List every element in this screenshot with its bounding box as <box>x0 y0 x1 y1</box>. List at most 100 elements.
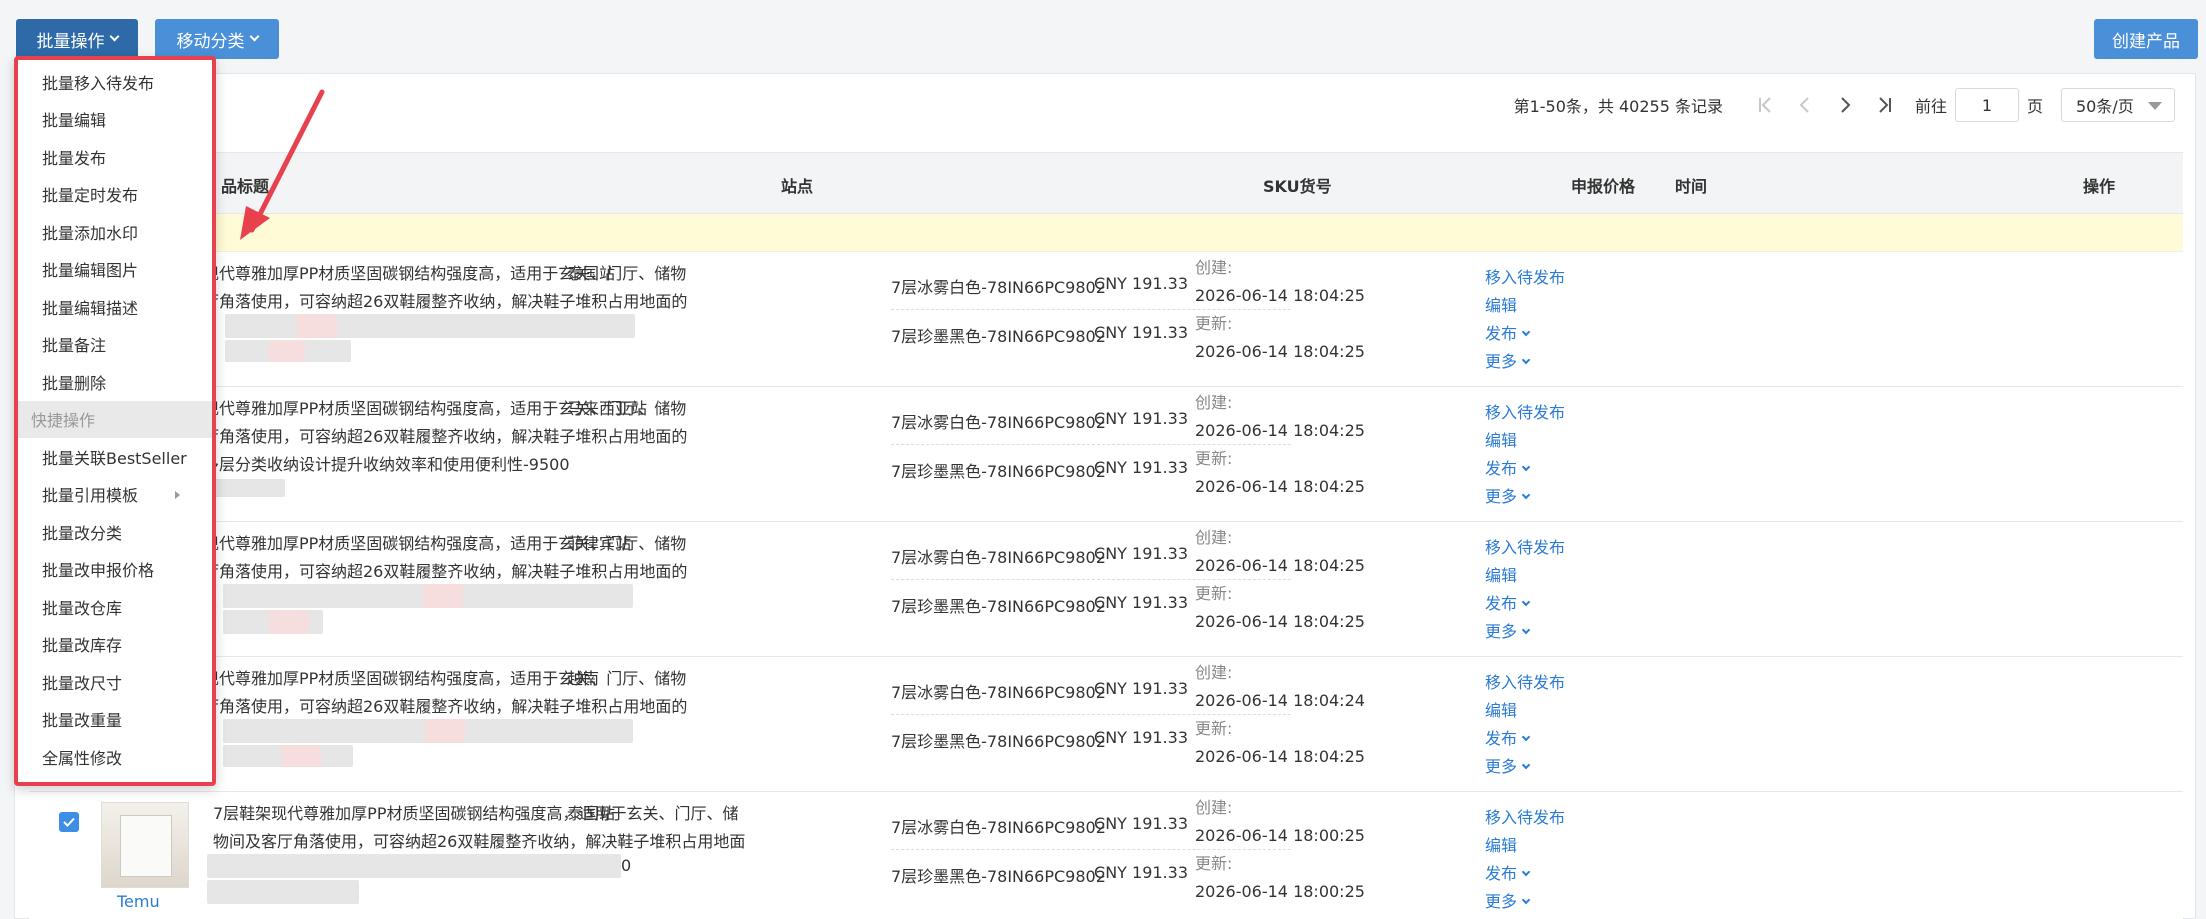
declared-price: CNY 191.33 <box>1094 814 1188 833</box>
created-label: 创建: <box>1195 393 1233 412</box>
page-number-input[interactable] <box>1954 88 2019 122</box>
more-label: 更多 <box>1485 487 1518 506</box>
created-label: 创建: <box>1195 798 1233 817</box>
caret-down-icon <box>2148 102 2162 110</box>
sku-code: 7层珍墨黑色-78IN66PC9802 <box>891 867 1106 886</box>
menu-item-batch-move-pending[interactable]: 批量移入待发布 <box>18 63 212 101</box>
publish-label: 发布 <box>1485 459 1518 478</box>
sku-code: 7层冰雾白色-78IN66PC9802 <box>891 548 1106 567</box>
product-title[interactable]: 层鞋架现代尊雅加厚PP材质坚固碳钢结构强度高，适用于玄关、门厅、储物间及客厅角落… <box>155 665 695 721</box>
menu-item-batch-edit[interactable]: 批量编辑 <box>18 101 212 139</box>
annotation-arrow-icon <box>240 89 325 240</box>
table-row: 层鞋架现代尊雅加厚PP材质坚固碳钢结构强度高，适用于玄关、门厅、储物间及客厅角落… <box>29 387 2183 522</box>
declared-price: CNY 191.33 <box>1094 458 1188 477</box>
created-time: 2026-06-14 18:04:25 <box>1195 421 1365 440</box>
more-label: 更多 <box>1485 352 1518 371</box>
more-dropdown[interactable]: 更多 <box>1485 888 1565 916</box>
edit-link[interactable]: 编辑 <box>1485 697 1565 725</box>
more-dropdown[interactable]: 更多 <box>1485 618 1565 646</box>
edit-link[interactable]: 编辑 <box>1485 292 1565 320</box>
menu-item-apply-template[interactable]: 批量引用模板 <box>18 476 212 514</box>
publish-dropdown[interactable]: 发布 <box>1485 590 1565 618</box>
col-time: 时间 <box>1675 177 1708 196</box>
updated-time: 2026-06-14 18:04:25 <box>1195 612 1365 631</box>
chevron-down-icon <box>1521 867 1531 877</box>
publish-dropdown[interactable]: 发布 <box>1485 320 1565 348</box>
menu-item-batch-delete[interactable]: 批量删除 <box>18 363 212 401</box>
product-panel: 第1-50条， 共 40255 条记录 前往 页 50条/页 品标题 站点 SK… <box>14 73 2196 919</box>
chevron-down-icon <box>1521 490 1531 500</box>
move-to-pending-link[interactable]: 移入待发布 <box>1485 264 1565 292</box>
next-page-icon[interactable] <box>1825 88 1865 122</box>
move-to-pending-link[interactable]: 移入待发布 <box>1485 534 1565 562</box>
sku-code: 7层珍墨黑色-78IN66PC9802 <box>891 327 1106 346</box>
more-dropdown[interactable]: 更多 <box>1485 348 1565 376</box>
updated-label: 更新: <box>1195 449 1233 468</box>
title-suffix: 0 <box>621 856 632 875</box>
menu-item-batch-watermark[interactable]: 批量添加水印 <box>18 213 212 251</box>
row-checkbox[interactable] <box>59 812 79 832</box>
edit-link[interactable]: 编辑 <box>1485 832 1565 860</box>
menu-item-change-category[interactable]: 批量改分类 <box>18 513 212 551</box>
table-row: Temu 7层鞋架现代尊雅加厚PP材质坚固碳钢结构强度高，适用于玄关、门厅、储物… <box>29 792 2183 919</box>
sku-code: 7层冰雾白色-78IN66PC9802 <box>891 818 1106 837</box>
product-thumbnail[interactable] <box>101 802 189 888</box>
time-block: 创建: 2026-06-14 18:04:25 更新: 2026-06-14 1… <box>1195 524 1365 636</box>
site-label: 泰国站 <box>567 264 616 283</box>
row-actions: 移入待发布 编辑 发布 更多 <box>1485 399 1565 511</box>
menu-item-change-warehouse[interactable]: 批量改仓库 <box>18 588 212 626</box>
updated-label: 更新: <box>1195 719 1233 738</box>
move-to-pending-link[interactable]: 移入待发布 <box>1485 399 1565 427</box>
page-size-value: 50条/页 <box>2076 97 2134 116</box>
time-block: 创建: 2026-06-14 18:04:24 更新: 2026-06-14 1… <box>1195 659 1365 771</box>
edit-link[interactable]: 编辑 <box>1485 562 1565 590</box>
updated-time: 2026-06-14 18:04:25 <box>1195 342 1365 361</box>
last-page-icon[interactable] <box>1865 88 1905 122</box>
menu-item-edit-all-attributes[interactable]: 全属性修改 <box>18 738 212 776</box>
sku-code: 7层珍墨黑色-78IN66PC9802 <box>891 462 1106 481</box>
publish-dropdown[interactable]: 发布 <box>1485 725 1565 753</box>
move-to-pending-link[interactable]: 移入待发布 <box>1485 804 1565 832</box>
menu-item-batch-edit-description[interactable]: 批量编辑描述 <box>18 288 212 326</box>
publish-dropdown[interactable]: 发布 <box>1485 455 1565 483</box>
chevron-down-icon <box>109 31 119 42</box>
page-size-select[interactable]: 50条/页 <box>2061 88 2175 122</box>
batch-operations-button[interactable]: 批量操作 <box>16 19 138 59</box>
sku-code: 7层冰雾白色-78IN66PC9802 <box>891 278 1106 297</box>
prev-page-icon[interactable] <box>1785 88 1825 122</box>
sku-code: 7层珍墨黑色-78IN66PC9802 <box>891 597 1106 616</box>
menu-item-batch-publish[interactable]: 批量发布 <box>18 138 212 176</box>
more-label: 更多 <box>1485 757 1518 776</box>
publish-label: 发布 <box>1485 864 1518 883</box>
first-page-icon[interactable] <box>1745 88 1785 122</box>
create-product-button[interactable]: 创建产品 <box>2094 19 2198 59</box>
col-ops: 操作 <box>2083 177 2116 196</box>
updated-label: 更新: <box>1195 314 1233 333</box>
more-dropdown[interactable]: 更多 <box>1485 483 1565 511</box>
move-category-button[interactable]: 移动分类 <box>155 19 279 59</box>
batch-operations-menu: 批量移入待发布 批量编辑 批量发布 批量定时发布 批量添加水印 批量编辑图片 批… <box>14 56 216 786</box>
more-dropdown[interactable]: 更多 <box>1485 753 1565 781</box>
time-block: 创建: 2026-06-14 18:00:25 更新: 2026-06-14 1… <box>1195 794 1365 906</box>
platform-label: Temu <box>117 892 160 911</box>
created-label: 创建: <box>1195 663 1233 682</box>
time-block: 创建: 2026-06-14 18:04:25 更新: 2026-06-14 1… <box>1195 254 1365 366</box>
site-label: 泰国站 <box>567 804 616 823</box>
publish-label: 发布 <box>1485 594 1518 613</box>
page-unit-label: 页 <box>2026 97 2043 116</box>
product-title[interactable]: 7层鞋架现代尊雅加厚PP材质坚固碳钢结构强度高，适用于玄关、门厅、储物间及客厅角… <box>213 800 753 856</box>
menu-item-change-price[interactable]: 批量改申报价格 <box>18 551 212 589</box>
move-to-pending-link[interactable]: 移入待发布 <box>1485 669 1565 697</box>
menu-item-batch-schedule-publish[interactable]: 批量定时发布 <box>18 176 212 214</box>
chevron-down-icon <box>1521 355 1531 365</box>
menu-item-batch-edit-images[interactable]: 批量编辑图片 <box>18 251 212 289</box>
menu-item-batch-note[interactable]: 批量备注 <box>18 326 212 364</box>
menu-item-change-size[interactable]: 批量改尺寸 <box>18 663 212 701</box>
publish-dropdown[interactable]: 发布 <box>1485 860 1565 888</box>
menu-item-link-bestseller[interactable]: 批量关联BestSeller <box>18 438 212 476</box>
menu-item-change-weight[interactable]: 批量改重量 <box>18 701 212 739</box>
chevron-down-icon <box>1521 462 1531 472</box>
created-label: 创建: <box>1195 258 1233 277</box>
menu-item-change-stock[interactable]: 批量改库存 <box>18 626 212 664</box>
edit-link[interactable]: 编辑 <box>1485 427 1565 455</box>
